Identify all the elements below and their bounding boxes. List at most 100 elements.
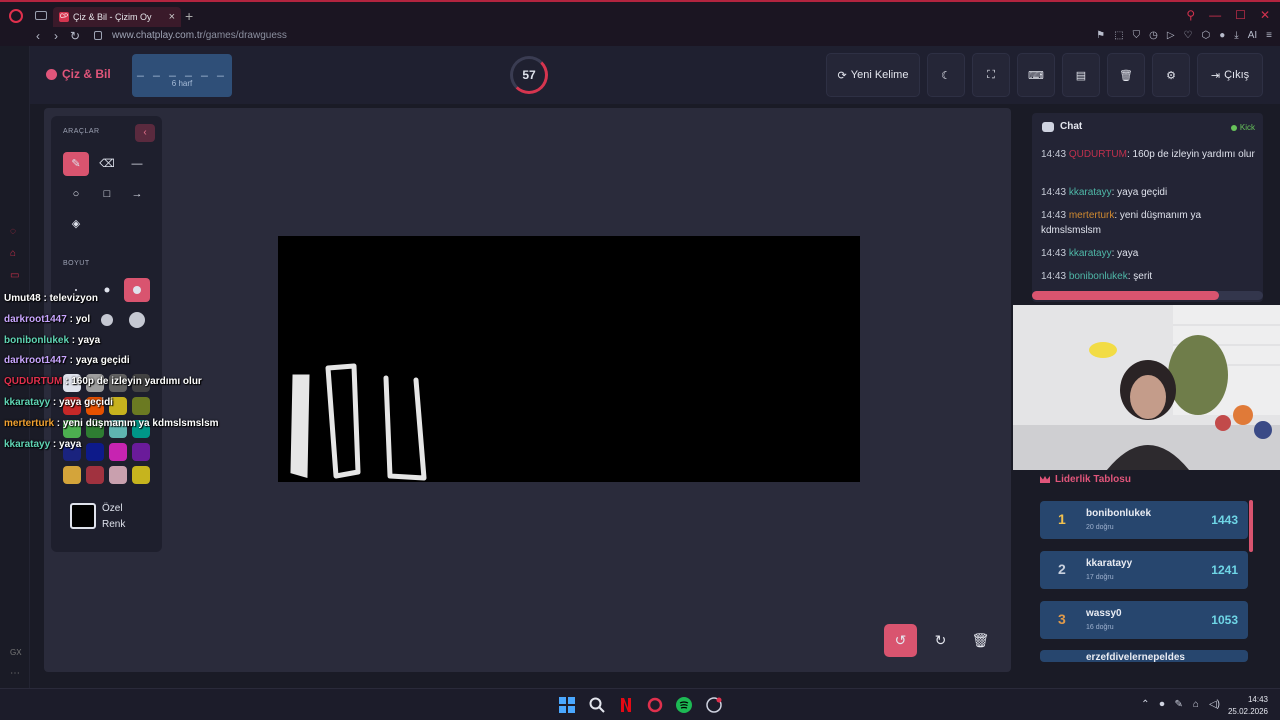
arrow-icon: → [131,188,143,200]
network-icon[interactable]: ⌂ [1193,699,1199,710]
keyboard-button[interactable]: ⌨ [1017,53,1055,97]
history-icon[interactable]: ◷ [1149,30,1158,41]
collapse-tools-button[interactable]: ‹ [135,124,155,142]
avatar[interactable]: ● [1219,30,1225,41]
bookmark-icon[interactable]: ⚑ [1096,30,1105,41]
forward-icon[interactable]: › [54,29,58,43]
circle-tool[interactable]: ○ [63,182,89,206]
chat-user: QUDURTUM [1068,149,1127,160]
new-word-button[interactable]: ⟳ Yeni Kelime [826,53,920,97]
fullscreen-button[interactable]: ⛶ [972,53,1010,97]
drawing-strokes [290,363,427,481]
rectangle-tool[interactable]: □ [94,182,120,206]
leaderboard-row-partial: erzefdivelernepeldes [1040,650,1248,662]
menu-icon[interactable]: ≡ [1266,30,1272,41]
color-swatch[interactable] [86,466,104,484]
trash-button[interactable]: 🗑 [1107,53,1145,97]
color-swatch[interactable] [132,466,150,484]
sidebar-history-icon[interactable]: ◌ [10,226,16,237]
shield-icon[interactable]: ⛉ [1133,30,1141,41]
sidebar-gx-icon[interactable]: GX [10,648,22,657]
opera-gx-icon[interactable] [647,697,663,713]
steam-icon[interactable] [706,697,722,713]
pen-icon[interactable]: ✎ [1175,699,1183,710]
color-swatch[interactable] [86,443,104,461]
minimize-icon[interactable]: — [1209,8,1221,22]
spotify-icon[interactable] [676,697,692,713]
address-bar-icons: ⚑ ⬚ ⛉ ◷ ▷ ♡ ⬡ ● ⤓ AI ≡ [1096,30,1272,41]
size-l[interactable] [94,308,120,332]
netflix-icon[interactable] [618,697,634,713]
leaderboard-score: 1443 [1211,513,1238,527]
theme-toggle-button[interactable]: ☾ [927,53,965,97]
snapshot-icon[interactable]: ⬚ [1114,30,1123,41]
mic-icon[interactable]: ⏺ [1160,699,1165,710]
leaderboard-correct-count: 17 doğru [1086,574,1114,581]
archive-button[interactable]: ▤ [1062,53,1100,97]
overlay-chat-text: : yaya geçidi [50,397,113,408]
new-tab-button[interactable]: + [185,8,193,24]
eraser-tool[interactable]: ⌫ [94,152,120,176]
opera-icon[interactable] [9,9,23,23]
line-icon: — [131,158,143,170]
color-swatch[interactable] [63,466,81,484]
line-tool[interactable]: — [124,152,150,176]
ai-button[interactable]: AI [1248,30,1257,41]
color-swatch[interactable] [109,466,127,484]
chevron-up-icon[interactable]: ⌃ [1141,699,1149,710]
chat-user: merterturk [1068,210,1115,221]
leaderboard-row[interactable]: 3 wassy0 16 doğru 1053 [1040,601,1248,639]
browser-tab[interactable]: CP Çiz & Bil - Çizim Oy × [53,7,181,27]
windows-start-icon[interactable] [559,697,575,713]
overlay-chat-line: kkaratayy : yaya [4,439,81,450]
leaderboard-row[interactable]: 2 kkaratayy 17 doğru 1241 [1040,551,1248,589]
tab-menu-icon[interactable] [35,11,47,20]
download-icon[interactable]: ⤓ [1234,30,1238,41]
archive-icon: ▤ [1075,69,1087,82]
sidebar-chat-icon[interactable]: ▭ [10,270,19,281]
leaderboard-scrollbar[interactable] [1249,500,1253,552]
color-swatch[interactable] [132,443,150,461]
color-swatch[interactable] [132,397,150,415]
brand[interactable]: Çiz & Bil [46,67,111,81]
redo-button[interactable]: ↻ [924,624,957,657]
sidebar-more-icon[interactable]: ⋯ [10,668,20,679]
search-icon[interactable] [589,697,605,713]
settings-button[interactable]: ⚙ [1152,53,1190,97]
exit-button[interactable]: ⇥ Çıkış [1197,53,1263,97]
overlay-chat-user: merterturk [4,417,55,429]
drawing-canvas[interactable] [278,236,860,482]
leaderboard-row[interactable]: 1 bonibonlukek 20 doğru 1443 [1040,501,1248,539]
undo-button[interactable]: ↺ [884,624,917,657]
overlay-chat-text: : yol [66,313,91,325]
reload-icon[interactable]: ↻ [70,29,80,43]
play-icon[interactable]: ▷ [1167,30,1175,41]
eraser-icon: ⌫ [99,158,115,170]
clock[interactable]: 14:43 25.02.2026 [1228,694,1268,718]
url-field[interactable]: www.chatplay.com.tr/games/drawguess [112,30,287,41]
overlay-chat-text: : yaya [50,438,82,450]
extensions-icon[interactable]: ⬡ [1202,30,1211,41]
close-icon[interactable]: ✕ [1260,8,1270,22]
size-m[interactable] [124,278,150,302]
app-header: Çiz & Bil _ _ _ _ _ _ 6 harf 57 ⟳ Yeni K… [30,46,1280,104]
rectangle-icon: □ [103,188,111,200]
close-tab-icon[interactable]: × [169,11,175,23]
chat-scrollbar[interactable] [1032,291,1263,300]
chat-header: Chat [1042,121,1082,132]
search-icon[interactable]: ⚲ [1186,8,1195,22]
undo-icon: ↺ [894,632,907,648]
back-icon[interactable]: ‹ [36,29,40,43]
arrow-tool[interactable]: → [124,182,150,206]
heart-icon[interactable]: ♡ [1184,30,1193,41]
volume-icon[interactable]: ◁) [1209,699,1220,710]
maximize-icon[interactable]: ☐ [1235,8,1246,22]
webcam-image [1013,305,1280,470]
sidebar-bag-icon[interactable]: ⌂ [10,248,16,259]
brush-tool[interactable]: ✎ [63,152,89,176]
custom-color-swatch[interactable] [70,503,96,529]
color-swatch[interactable] [109,443,127,461]
fill-tool[interactable]: ◈ [63,212,89,236]
clear-canvas-button[interactable]: 🗑 [964,624,997,657]
size-xl[interactable] [124,308,150,332]
